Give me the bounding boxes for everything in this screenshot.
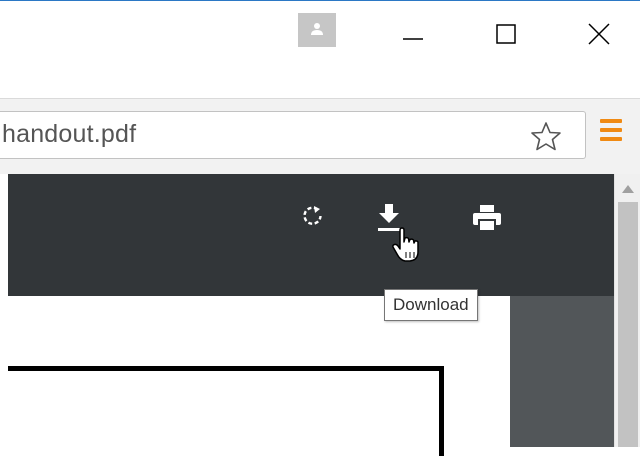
minimize-icon — [403, 38, 423, 40]
hand-pointer-icon — [392, 227, 419, 262]
address-bar[interactable]: handout.pdf — [0, 111, 586, 159]
profile-button[interactable] — [298, 13, 336, 47]
minimize-button[interactable] — [398, 19, 428, 49]
browser-toolbar: handout.pdf — [0, 98, 640, 174]
close-button[interactable] — [584, 19, 614, 49]
close-icon — [588, 23, 610, 45]
page-border — [8, 366, 444, 456]
menu-icon[interactable] — [600, 119, 622, 147]
maximize-icon — [496, 24, 516, 44]
pdf-toolbar — [8, 174, 614, 296]
title-bar — [0, 0, 640, 100]
print-icon[interactable] — [472, 205, 502, 231]
vertical-scrollbar[interactable] — [614, 174, 640, 447]
maximize-button[interactable] — [491, 19, 521, 49]
url-text: handout.pdf — [2, 120, 137, 148]
viewer-edge — [0, 174, 8, 447]
download-tooltip: Download — [384, 289, 478, 321]
pdf-viewer: Download — [0, 174, 614, 456]
person-icon — [311, 23, 323, 35]
star-icon[interactable] — [529, 121, 563, 151]
scroll-up-arrow-icon[interactable] — [621, 184, 635, 194]
rotate-icon[interactable] — [301, 204, 325, 228]
scroll-thumb[interactable] — [618, 202, 638, 447]
